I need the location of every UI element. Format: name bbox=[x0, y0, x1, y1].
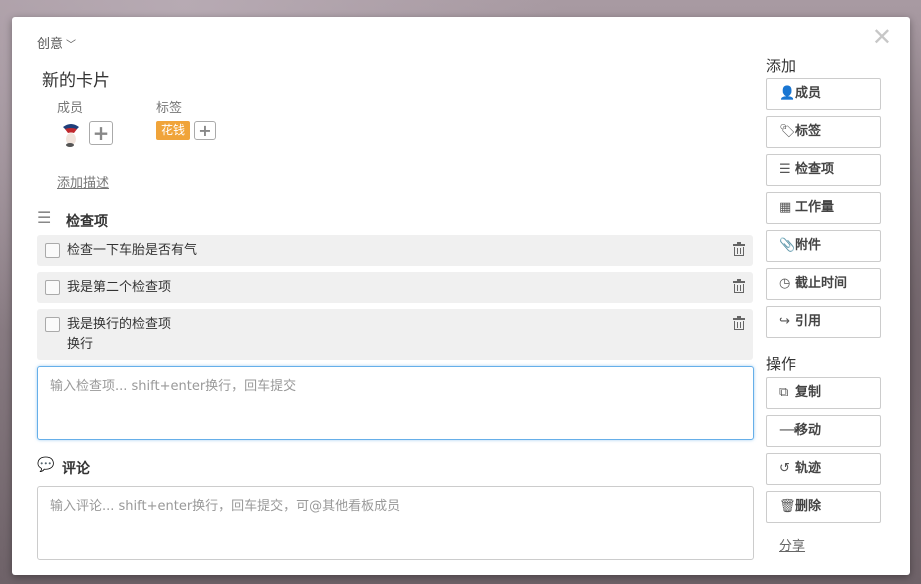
due-date-button[interactable]: ◷ 截止时间 bbox=[766, 268, 881, 300]
add-label-sidebar-button[interactable]: 🏷标签 bbox=[766, 116, 881, 148]
sidebar-actions-heading: 操作 bbox=[766, 355, 797, 373]
grid-icon: ▦ bbox=[779, 200, 792, 215]
copy-button[interactable]: ⧉ 复制 bbox=[766, 377, 881, 409]
checklist-item: 检查一下车胎是否有气 bbox=[37, 235, 753, 266]
labels-label: 标签 bbox=[156, 101, 183, 116]
checklist-item: 我是第二个检查项 bbox=[37, 272, 753, 303]
share-arrow-icon: ↪ bbox=[779, 314, 790, 329]
checklist-input[interactable]: 输入检查项... shift+enter换行，回车提交 bbox=[37, 366, 754, 440]
trash-icon[interactable] bbox=[733, 242, 745, 257]
checkbox[interactable] bbox=[45, 280, 60, 295]
chevron-down-icon: ﹀ bbox=[66, 40, 77, 51]
list-icon: ☰ bbox=[779, 162, 791, 177]
comments-heading: 评论 bbox=[62, 461, 90, 477]
card-detail-modal: ✕ 创意 ﹀ 新的卡片 成员 标签 + 花钱 + 添加描述 ☰ 检查项 检查一下车… bbox=[12, 17, 910, 575]
comment-input[interactable]: 输入评论... shift+enter换行，回车提交，可@其他看板成员 bbox=[37, 486, 754, 560]
avatar[interactable] bbox=[59, 121, 83, 149]
workload-button[interactable]: ▦ 工作量 bbox=[766, 192, 881, 224]
add-user-icon: 👤 bbox=[779, 86, 796, 101]
attachment-button[interactable]: 📎附件 bbox=[766, 230, 881, 262]
add-member-sidebar-button[interactable]: 👤成员 bbox=[766, 78, 881, 110]
checkbox[interactable] bbox=[45, 317, 60, 332]
board-name: 创意 bbox=[37, 37, 64, 52]
add-checklist-button[interactable]: ☰ 检查项 bbox=[766, 154, 881, 186]
list-icon: ☰ bbox=[37, 208, 52, 227]
move-button[interactable]: ⟶移动 bbox=[766, 415, 881, 447]
add-label-button[interactable]: + bbox=[194, 121, 216, 140]
checklist-item-text[interactable]: 我是换行的检查项 换行 bbox=[67, 315, 171, 355]
add-member-button[interactable]: + bbox=[89, 121, 113, 145]
checklist-item: 我是换行的检查项 换行 bbox=[37, 309, 753, 360]
tag-icon: 🏷 bbox=[779, 124, 796, 139]
label-tag[interactable]: 花钱 bbox=[156, 121, 191, 140]
checklist-heading: 检查项 bbox=[66, 214, 108, 230]
checklist-item-text[interactable]: 我是第二个检查项 bbox=[67, 278, 171, 298]
checklist-item-text[interactable]: 检查一下车胎是否有气 bbox=[67, 241, 197, 261]
copy-icon: ⧉ bbox=[779, 385, 789, 400]
history-icon: ↺ bbox=[779, 461, 790, 476]
board-selector[interactable]: 创意 ﹀ bbox=[37, 33, 76, 52]
trash-icon[interactable] bbox=[733, 279, 745, 294]
clock-icon: ◷ bbox=[779, 276, 791, 291]
trash-icon[interactable] bbox=[733, 316, 745, 331]
history-button[interactable]: ↺ 轨迹 bbox=[766, 453, 881, 485]
comments-icon: 💬 bbox=[37, 457, 55, 473]
arrow-right-icon: ⟶ bbox=[779, 423, 798, 438]
members-label: 成员 bbox=[57, 101, 84, 116]
paperclip-icon: 📎 bbox=[779, 238, 796, 253]
reference-button[interactable]: ↪ 引用 bbox=[766, 306, 881, 338]
share-link[interactable]: 分享 bbox=[779, 535, 805, 554]
close-icon[interactable]: ✕ bbox=[872, 25, 892, 49]
delete-button[interactable]: 🗑删除 bbox=[766, 491, 881, 523]
sidebar-add-heading: 添加 bbox=[766, 57, 797, 75]
trash-icon: 🗑 bbox=[779, 499, 796, 514]
checkbox[interactable] bbox=[45, 243, 60, 258]
card-title[interactable]: 新的卡片 bbox=[42, 66, 110, 91]
add-description-link[interactable]: 添加描述 bbox=[57, 172, 109, 191]
